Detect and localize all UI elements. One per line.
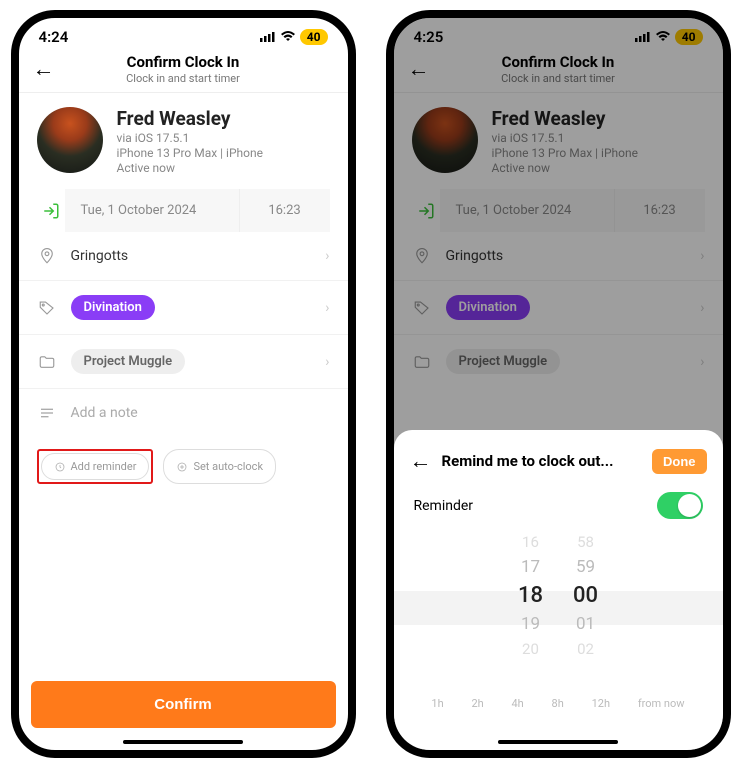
picker-hours[interactable]: 16 17 18 19 20 xyxy=(518,533,543,658)
highlight-annotation: Add reminder xyxy=(37,449,154,484)
cellular-icon xyxy=(635,28,651,46)
chevron-right-icon: › xyxy=(700,300,704,316)
note-placeholder: Add a note xyxy=(71,405,330,421)
header-subtitle: Clock in and start timer xyxy=(501,72,615,85)
location-icon xyxy=(412,246,432,266)
profile-device: iPhone 13 Pro Max | iPhone xyxy=(117,146,263,160)
phone-right: 4:25 40 ← Confirm Clock In Clock in and … xyxy=(386,10,731,758)
profile-status: Active now xyxy=(492,161,638,175)
actions-row: Add reminder Set auto-clock xyxy=(19,437,348,496)
status-indicators: 40 xyxy=(635,28,703,46)
set-autoclock-label: Set auto-clock xyxy=(193,460,263,473)
profile-os: via iOS 17.5.1 xyxy=(492,131,638,145)
set-autoclock-button[interactable]: Set auto-clock xyxy=(163,449,276,484)
quick-4h[interactable]: 4h xyxy=(511,697,523,710)
project-chip: Project Muggle xyxy=(71,349,186,374)
clock-in-icon xyxy=(37,189,65,232)
profile-section: Fred Weasley via iOS 17.5.1 iPhone 13 Pr… xyxy=(394,93,723,189)
back-button[interactable]: ← xyxy=(33,56,55,82)
quick-2h[interactable]: 2h xyxy=(471,697,483,710)
location-value: Gringotts xyxy=(446,248,687,264)
confirm-button[interactable]: Confirm xyxy=(31,681,336,728)
wifi-icon xyxy=(280,28,296,46)
profile-name: Fred Weasley xyxy=(117,107,263,130)
project-row[interactable]: Project Muggle › xyxy=(394,334,723,388)
date-field[interactable]: Tue, 1 October 2024 xyxy=(65,189,240,232)
chevron-right-icon: › xyxy=(700,354,704,370)
status-bar: 4:25 40 xyxy=(394,18,723,50)
folder-icon xyxy=(412,352,432,372)
note-icon xyxy=(37,403,57,423)
location-row[interactable]: Gringotts › xyxy=(394,232,723,280)
note-row[interactable]: Add a note xyxy=(19,388,348,437)
quick-12h[interactable]: 12h xyxy=(592,697,610,710)
page-header: ← Confirm Clock In Clock in and start ti… xyxy=(19,50,348,92)
time-picker[interactable]: 16 17 18 19 20 58 59 00 01 02 xyxy=(394,533,723,683)
quick-8h[interactable]: 8h xyxy=(552,697,564,710)
avatar xyxy=(412,107,478,173)
wifi-icon xyxy=(655,28,671,46)
reminder-toggle[interactable] xyxy=(657,492,703,519)
chevron-right-icon: › xyxy=(325,248,329,264)
header-title: Confirm Clock In xyxy=(126,53,240,71)
profile-section: Fred Weasley via iOS 17.5.1 iPhone 13 Pr… xyxy=(19,93,348,189)
chevron-right-icon: › xyxy=(700,248,704,264)
header-title: Confirm Clock In xyxy=(501,53,615,71)
tag-chip: Divination xyxy=(71,295,155,320)
sheet-back-button[interactable]: ← xyxy=(410,448,432,474)
home-indicator[interactable] xyxy=(498,740,618,744)
tag-row[interactable]: Divination › xyxy=(394,280,723,334)
tag-chip: Divination xyxy=(446,295,530,320)
project-chip: Project Muggle xyxy=(446,349,561,374)
date-field[interactable]: Tue, 1 October 2024 xyxy=(440,189,615,232)
picker-minutes[interactable]: 58 59 00 01 02 xyxy=(573,533,598,658)
status-time: 4:24 xyxy=(39,28,69,46)
project-row[interactable]: Project Muggle › xyxy=(19,334,348,388)
home-indicator[interactable] xyxy=(123,740,243,744)
battery-indicator: 40 xyxy=(300,29,328,45)
profile-os: via iOS 17.5.1 xyxy=(117,131,263,145)
datetime-row: Tue, 1 October 2024 16:23 xyxy=(19,189,348,232)
profile-device: iPhone 13 Pro Max | iPhone xyxy=(492,146,638,160)
reminder-sheet: ← Remind me to clock out... Done Reminde… xyxy=(394,430,723,750)
sheet-title: Remind me to clock out... xyxy=(442,452,643,470)
status-time: 4:25 xyxy=(414,28,444,46)
profile-name: Fred Weasley xyxy=(492,107,638,130)
quick-1h[interactable]: 1h xyxy=(431,697,443,710)
folder-icon xyxy=(37,352,57,372)
header-subtitle: Clock in and start timer xyxy=(126,72,240,85)
quick-from-now[interactable]: from now xyxy=(638,697,685,710)
location-value: Gringotts xyxy=(71,248,312,264)
avatar xyxy=(37,107,103,173)
location-row[interactable]: Gringotts › xyxy=(19,232,348,280)
tag-row[interactable]: Divination › xyxy=(19,280,348,334)
reminder-label: Reminder xyxy=(414,498,474,514)
tag-icon xyxy=(412,298,432,318)
quick-shortcuts: 1h 2h 4h 8h 12h from now xyxy=(394,683,723,710)
location-icon xyxy=(37,246,57,266)
back-button[interactable]: ← xyxy=(408,56,430,82)
chevron-right-icon: › xyxy=(325,354,329,370)
add-reminder-button[interactable]: Add reminder xyxy=(41,453,150,480)
datetime-row: Tue, 1 October 2024 16:23 xyxy=(394,189,723,232)
battery-indicator: 40 xyxy=(675,29,703,45)
done-button[interactable]: Done xyxy=(652,449,707,474)
chevron-right-icon: › xyxy=(325,300,329,316)
clock-in-icon xyxy=(412,189,440,232)
tag-icon xyxy=(37,298,57,318)
status-bar: 4:24 40 xyxy=(19,18,348,50)
page-header: ← Confirm Clock In Clock in and start ti… xyxy=(394,50,723,92)
profile-status: Active now xyxy=(117,161,263,175)
status-indicators: 40 xyxy=(260,28,328,46)
phone-left: 4:24 40 ← Confirm Clock In Clock in and … xyxy=(11,10,356,758)
add-reminder-label: Add reminder xyxy=(71,460,137,473)
time-field[interactable]: 16:23 xyxy=(615,189,705,232)
cellular-icon xyxy=(260,28,276,46)
time-field[interactable]: 16:23 xyxy=(240,189,330,232)
